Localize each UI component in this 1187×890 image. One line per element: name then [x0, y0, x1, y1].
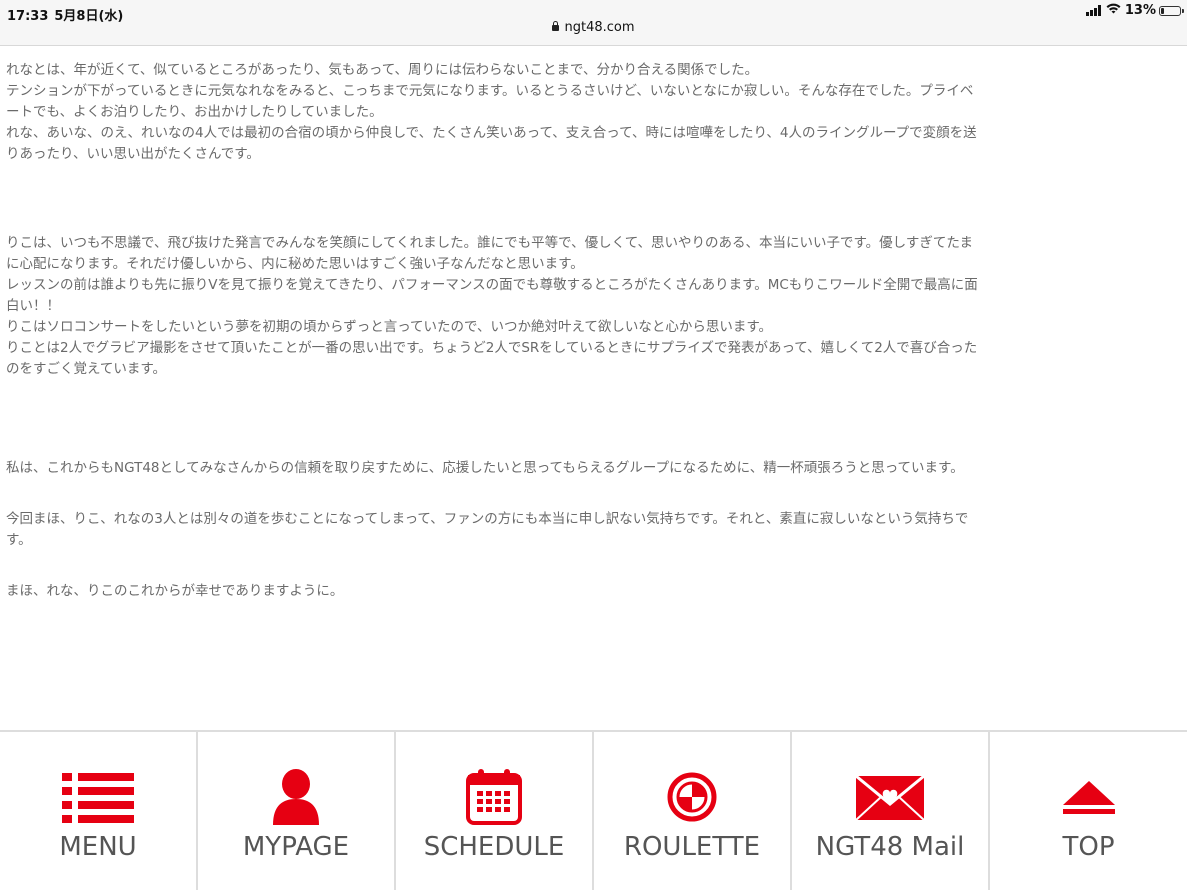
article-line: ートでも、よくお泊りしたり、お出かけしたりしていました。	[6, 104, 383, 120]
article-line: に心配になります。それだけ優しいから、内に秘めた思いはすごく強い子なんだなと思い…	[6, 256, 584, 272]
article-line: す。	[6, 532, 32, 548]
calendar-icon	[454, 762, 534, 832]
nav-label: MYPAGE	[242, 832, 350, 862]
nav-label: TOP	[1062, 832, 1115, 862]
address-bar[interactable]: ngt48.com	[0, 20, 1187, 35]
status-bar: 17:33 5月8日(水) ngt48.com 13%	[0, 0, 1187, 46]
nav-item-mypage[interactable]: MYPAGE	[198, 732, 396, 890]
article-line: りこは、いつも不思議で、飛び抜けた発言でみんなを笑顔にしてくれました。誰にでも平…	[6, 235, 974, 251]
article-line: 白い！！	[6, 298, 60, 314]
nav-item-roulette[interactable]: ROULETTE	[594, 732, 792, 890]
triangle-up-icon	[1049, 762, 1129, 832]
nav-item-top[interactable]: TOP	[990, 732, 1187, 890]
nav-label: NGT48 Mail	[815, 832, 965, 862]
article-line: のをすごく覚えています。	[6, 361, 166, 377]
article-line: りこはソロコンサートをしたいという夢を初期の頃からずっと言っていたので、いつか絶…	[6, 319, 772, 335]
lock-icon	[552, 21, 560, 31]
url-text: ngt48.com	[564, 20, 635, 35]
battery-icon	[1159, 5, 1184, 16]
nav-label: SCHEDULE	[423, 832, 565, 862]
article-line: りことは2人でグラビア撮影をさせて頂いたことが一番の思い出です。ちょうど2人でS…	[6, 340, 978, 356]
envelope-heart-icon	[850, 762, 930, 832]
article-line: 今回まほ、りこ、れなの3人とは別々の道を歩むことになってしまって、ファンの方にも…	[6, 511, 969, 527]
bottom-nav: MENU MYPAGE SCHEDULE ROULETTE NGT48 Mail…	[0, 730, 1187, 890]
nav-label: MENU	[59, 832, 137, 862]
article-line: 私は、これからもNGT48としてみなさんからの信頼を取り戻すために、応援したいと…	[6, 460, 964, 476]
article-line: まほ、れな、りこのこれからが幸せでありますように。	[6, 583, 344, 599]
article-line: れなとは、年が近くて、似ているところがあったり、気もあって、周りには伝わらないこ…	[6, 62, 759, 78]
person-icon	[256, 762, 336, 832]
nav-label: ROULETTE	[623, 832, 761, 862]
wifi-icon	[1106, 3, 1121, 18]
article-body: れなとは、年が近くて、似ているところがあったり、気もあって、周りには伝わらないこ…	[6, 60, 1182, 602]
menu-list-icon	[58, 762, 138, 832]
roulette-icon	[652, 762, 732, 832]
signal-icon	[1085, 5, 1102, 16]
nav-item-menu[interactable]: MENU	[0, 732, 198, 890]
battery-percent: 13%	[1124, 3, 1156, 18]
article-line: レッスンの前は誰よりも先に振りVを見て振りを覚えてきたり、パフォーマンスの面でも…	[6, 277, 978, 293]
article-line: りあったり、いい思い出がたくさんです。	[6, 146, 260, 162]
nav-item-ngt48-mail[interactable]: NGT48 Mail	[792, 732, 990, 890]
article-line: れな、あいな、のえ、れいなの4人では最初の合宿の頃から仲良しで、たくさん笑いあっ…	[6, 125, 977, 141]
status-indicators: 13%	[1085, 3, 1184, 18]
article-line: テンションが下がっているときに元気なれなをみると、こっちまで元気になります。いる…	[6, 83, 974, 99]
nav-item-schedule[interactable]: SCHEDULE	[396, 732, 594, 890]
